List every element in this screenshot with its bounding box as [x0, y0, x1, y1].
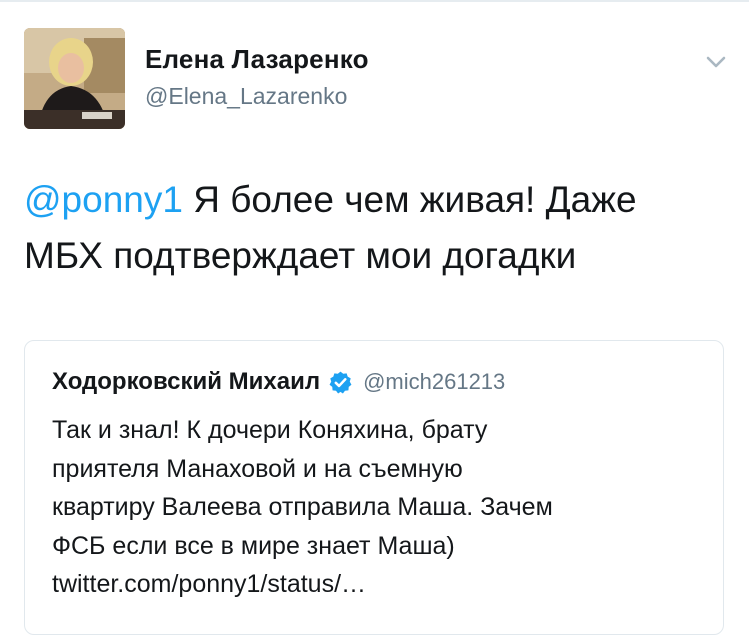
- mention-link[interactable]: @ponny1: [24, 179, 183, 220]
- quoted-tweet-card[interactable]: Ходорковский Михаил @mich261213 Так и зн…: [24, 340, 724, 635]
- chevron-down-icon[interactable]: [704, 52, 728, 72]
- quoted-tweet-text: Так и знал! К дочери Коняхина, брату при…: [52, 411, 702, 604]
- quoted-author-name: Ходорковский Михаил: [52, 368, 321, 395]
- tweet-text-line-1: @ponny1 Я более чем живая! Даже: [24, 172, 724, 228]
- quoted-text-line: Так и знал! К дочери Коняхина, брату: [52, 416, 488, 444]
- quoted-author-handle: @mich261213: [363, 369, 506, 394]
- quoted-text-line: ФСБ если все в мире знает Маша): [52, 531, 455, 560]
- tweet-text: @ponny1 Я более чем живая! Даже МБХ подт…: [24, 172, 724, 284]
- quoted-link-text: twitter.com/ponny1/status/…: [52, 570, 367, 598]
- tweet-text-line-2: МБХ подтверждает мои догадки: [24, 235, 577, 276]
- avatar-photo: [24, 28, 125, 129]
- quoted-tweet-header: Ходорковский Михаил @mich261213: [52, 368, 505, 396]
- tweet-text-line-1-rest: Я более чем живая! Даже: [182, 179, 637, 220]
- author-name[interactable]: Елена Лазаренко: [145, 44, 369, 75]
- verified-badge-icon: [328, 370, 353, 395]
- top-divider: [0, 0, 749, 2]
- author-handle[interactable]: @Elena_Lazarenko: [145, 83, 347, 110]
- quoted-text-line: квартиру Валеева отправила Маша. Зачем: [52, 493, 553, 521]
- quoted-text-line: приятеля Манаховой и на съемную: [52, 454, 463, 483]
- author-avatar[interactable]: [24, 28, 125, 129]
